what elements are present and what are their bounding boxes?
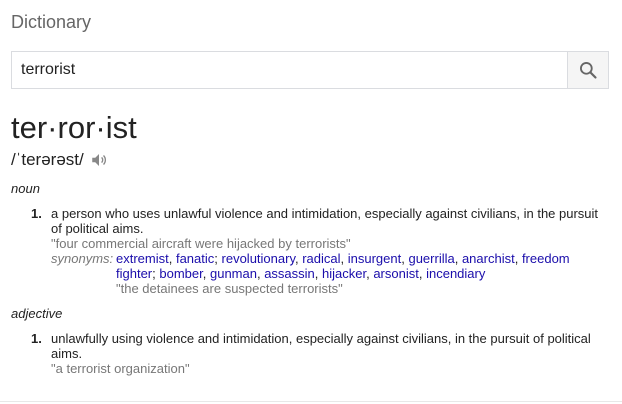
noun-sense-1: 1. a person who uses unlawful violence a… <box>31 206 606 296</box>
definition: unlawfully using violence and intimidati… <box>51 331 591 361</box>
sense-body: a person who uses unlawful violence and … <box>51 206 606 296</box>
synonym-link[interactable]: extremist <box>116 251 169 266</box>
synonym-link[interactable]: insurgent <box>348 251 401 266</box>
synonym-link[interactable]: gunman <box>210 266 257 281</box>
synonym-link[interactable]: radical <box>302 251 340 266</box>
headword: ter·ror·ist <box>11 110 137 145</box>
synonym-link[interactable]: assassin <box>264 266 315 281</box>
synonym-separator: ; <box>214 251 222 266</box>
synonyms-label: synonyms: <box>51 251 114 266</box>
search-input[interactable] <box>12 52 567 88</box>
synonyms-list: extremist, fanatic; revolutionary, radic… <box>116 251 606 281</box>
example-sentence: "a terrorist organization" <box>51 361 190 376</box>
search-box <box>11 51 609 89</box>
adjective-sense-1: 1. unlawfully using violence and intimid… <box>31 331 606 376</box>
page-title: Dictionary <box>11 12 92 32</box>
synonym-separator: , <box>314 266 323 281</box>
synonym-separator: , <box>168 251 176 266</box>
search-icon <box>580 61 597 79</box>
synonym-link[interactable]: anarchist <box>462 251 515 266</box>
synonym-separator: , <box>454 251 462 266</box>
example-sentence: "four commercial aircraft were hijacked … <box>51 236 351 251</box>
synonym-link[interactable]: fanatic <box>176 251 214 266</box>
definition: a person who uses unlawful violence and … <box>51 206 599 236</box>
synonym-separator: , <box>202 266 210 281</box>
divider <box>0 401 622 402</box>
search-button[interactable] <box>567 52 608 88</box>
part-of-speech-adjective: adjective <box>11 306 63 321</box>
synonyms-row: synonyms: extremist, fanatic; revolution… <box>51 251 606 281</box>
example-sentence: "the detainees are suspected terrorists" <box>116 281 343 296</box>
synonym-link[interactable]: arsonist <box>373 266 419 281</box>
sense-number: 1. <box>31 331 42 346</box>
synonym-link[interactable]: incendiary <box>426 266 485 281</box>
sense-number: 1. <box>31 206 42 221</box>
part-of-speech-noun: noun <box>11 181 40 196</box>
phonetic-text: /ˈterərəst/ <box>11 150 84 169</box>
synonym-separator: , <box>514 251 522 266</box>
synonym-link[interactable]: revolutionary <box>222 251 295 266</box>
sense-body: unlawfully using violence and intimidati… <box>51 331 606 376</box>
speaker-icon[interactable] <box>90 151 108 169</box>
synonym-separator: , <box>340 251 348 266</box>
synonym-separator: , <box>418 266 427 281</box>
synonym-link[interactable]: hijacker <box>322 266 366 281</box>
synonym-link[interactable]: guerrilla <box>408 251 454 266</box>
phonetic-row: /ˈterərəst/ <box>11 150 108 170</box>
synonym-link[interactable]: bomber <box>159 266 202 281</box>
